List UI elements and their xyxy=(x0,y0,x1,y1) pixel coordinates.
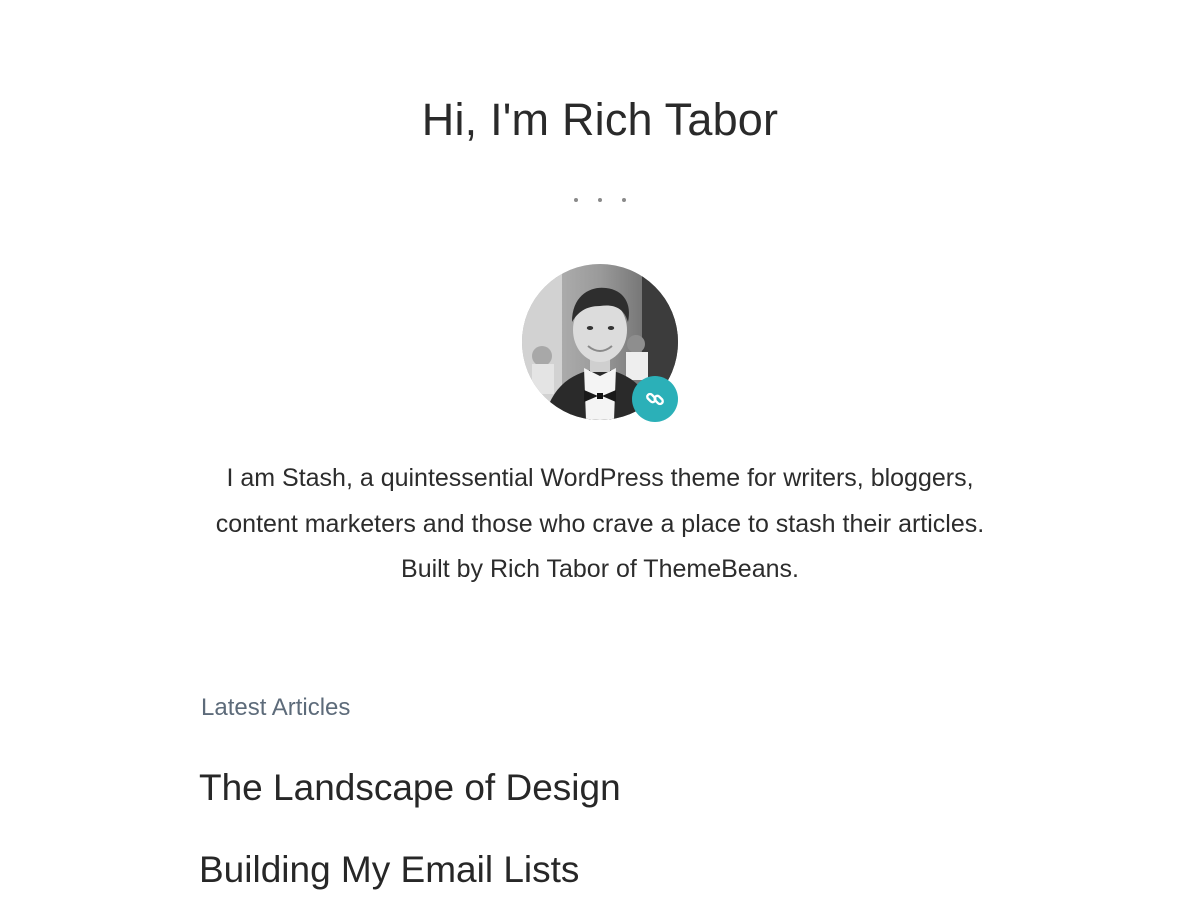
link-badge[interactable] xyxy=(632,376,678,422)
link-icon xyxy=(646,392,664,406)
articles-list: The Landscape of Design Building My Emai… xyxy=(199,762,621,900)
page: Hi, I'm Rich Tabor I am Stash, a quintes… xyxy=(0,0,1200,900)
article-link[interactable]: The Landscape of Design xyxy=(199,762,621,814)
avatar-container xyxy=(522,264,678,422)
page-title: Hi, I'm Rich Tabor xyxy=(421,94,779,145)
latest-articles-heading: Latest Articles xyxy=(201,694,351,721)
dots-divider xyxy=(0,198,1200,202)
divider-dot xyxy=(574,198,578,202)
bio-text: I am Stash, a quintessential WordPress t… xyxy=(215,464,985,583)
divider-dot xyxy=(622,198,626,202)
article-link[interactable]: Building My Email Lists xyxy=(199,844,621,896)
divider-dot xyxy=(598,198,602,202)
